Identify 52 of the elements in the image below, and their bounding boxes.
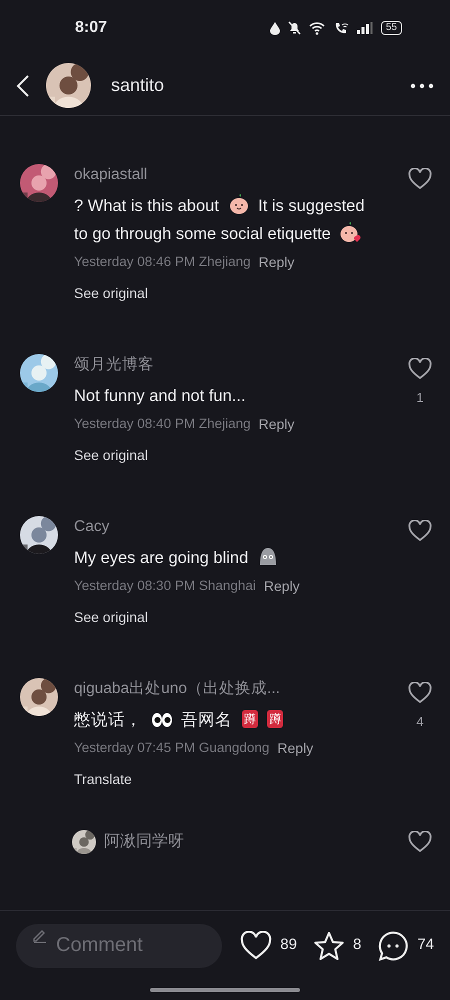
see-original-link[interactable]: See original xyxy=(74,445,148,466)
comment-meta: Yesterday 08:40 PM Zhejiang xyxy=(74,415,251,433)
drop-icon xyxy=(270,22,280,34)
comment-text: My eyes are going blind xyxy=(74,549,248,567)
comment-text: to go through some social etiquette xyxy=(74,225,331,243)
muted-bell-icon xyxy=(288,21,301,35)
comment-field[interactable]: Comment xyxy=(16,924,222,968)
comment-text: 吾网名 xyxy=(181,711,232,729)
heart-icon[interactable] xyxy=(408,682,432,704)
wifi-call-icon xyxy=(334,22,349,34)
reply-link[interactable]: Reply xyxy=(258,252,294,273)
translate-link[interactable]: Translate xyxy=(74,769,132,790)
commenter-name[interactable]: qiguaba出处uno（出处换成... xyxy=(74,678,374,700)
more-icon[interactable] xyxy=(410,82,434,88)
wifi-icon xyxy=(308,22,326,34)
peach-icon xyxy=(228,193,250,215)
status-time: 8:07 xyxy=(75,18,108,38)
comment-meta: Yesterday 08:46 PM Zhejiang xyxy=(74,253,251,271)
heart-icon[interactable] xyxy=(408,831,432,853)
see-original-link[interactable]: See original xyxy=(74,607,148,628)
commenter-name[interactable]: 颂月光博客 xyxy=(74,354,374,376)
signal-icon xyxy=(356,22,373,34)
favorite-count: 8 xyxy=(352,935,362,956)
like-count: 89 xyxy=(280,935,297,956)
comment-icon[interactable] xyxy=(377,930,410,962)
comment-text: 憋说话， xyxy=(74,711,142,729)
reply-link[interactable]: Reply xyxy=(277,738,314,759)
peach-icon xyxy=(339,221,362,243)
comment-meta: Yesterday 07:45 PM Guangdong xyxy=(74,739,270,757)
battery-indicator: 55 xyxy=(380,21,402,35)
back-icon[interactable] xyxy=(16,74,30,96)
comment-count: 74 xyxy=(417,935,434,956)
sticker-badge: 蹲 xyxy=(242,710,258,728)
heart-icon[interactable] xyxy=(408,168,432,190)
heart-icon[interactable] xyxy=(408,520,432,542)
commenter-name[interactable]: Cacy xyxy=(74,516,374,538)
like-count: 1 xyxy=(416,389,424,407)
commenter-name[interactable]: 阿湫同学呀 xyxy=(104,831,390,853)
like-count: 4 xyxy=(416,713,424,731)
username[interactable]: santito xyxy=(111,72,394,99)
commenter-name[interactable]: okapiastall xyxy=(74,164,374,186)
comment-meta: Yesterday 08:30 PM Shanghai xyxy=(74,577,256,595)
comment-text: Not funny and not fun... xyxy=(74,387,246,405)
comment-text: It is suggested xyxy=(258,197,365,215)
comment-text: ? What is this about xyxy=(74,197,219,215)
eyes-icon xyxy=(150,711,173,729)
star-icon[interactable] xyxy=(312,930,345,960)
heart-icon[interactable] xyxy=(408,358,432,380)
sticker-badge: 蹲 xyxy=(267,710,284,728)
see-original-link[interactable]: See original xyxy=(74,283,148,304)
reply-link[interactable]: Reply xyxy=(258,414,294,435)
reply-link[interactable]: Reply xyxy=(264,576,300,597)
